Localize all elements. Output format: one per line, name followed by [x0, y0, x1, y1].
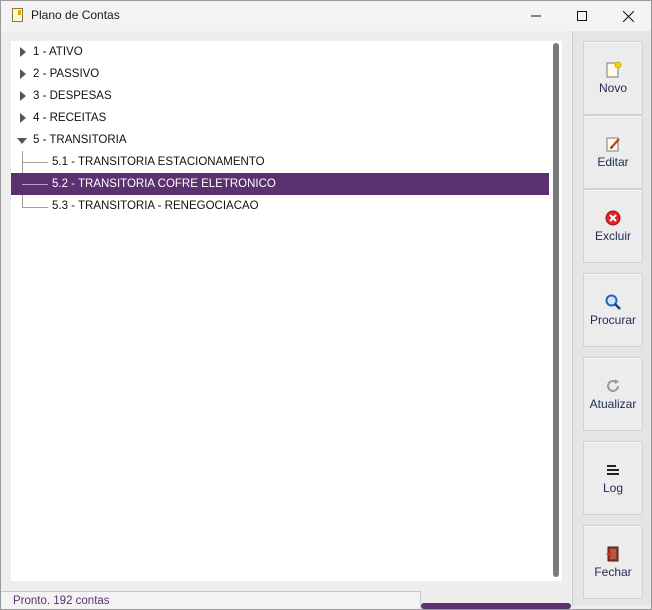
- close-button[interactable]: [605, 1, 651, 31]
- tree-item-label: 3 - DESPESAS: [33, 90, 112, 102]
- tree-connector-line: [22, 184, 48, 185]
- action-toolbar: Novo Editar Excluir Procurar Atualizar L…: [572, 31, 651, 606]
- tree-item-label: 5.3 - TRANSITORIA - RENEGOCIACAO: [52, 200, 259, 212]
- novo-button[interactable]: Novo: [583, 41, 643, 115]
- tree-item-label: 5.1 - TRANSITORIA ESTACIONAMENTO: [52, 156, 265, 168]
- close-icon: [622, 10, 634, 22]
- maximize-button[interactable]: [559, 1, 605, 31]
- scrollbar-thumb[interactable]: [553, 43, 559, 577]
- tree-item-transitoria-cofre-eletronico[interactable]: 5.2 - TRANSITORIA COFRE ELETRONICO: [11, 173, 549, 195]
- tree-item-label: 5 - TRANSITORIA: [33, 134, 127, 146]
- document-icon: [12, 8, 23, 22]
- collapse-arrow-icon[interactable]: [17, 137, 27, 145]
- tree-item-receitas[interactable]: 4 - RECEITAS: [11, 107, 549, 129]
- procurar-label: Procurar: [589, 313, 636, 327]
- expand-arrow-icon[interactable]: [19, 69, 27, 79]
- edit-icon: [606, 137, 620, 152]
- tree-item-ativo[interactable]: 1 - ATIVO: [11, 41, 549, 63]
- tree-item-label: 2 - PASSIVO: [33, 68, 100, 80]
- editar-label: Editar: [597, 155, 629, 169]
- minimize-button[interactable]: [513, 1, 559, 31]
- tree-item-label: 4 - RECEITAS: [33, 112, 107, 124]
- title-bar[interactable]: Plano de Contas: [1, 1, 651, 31]
- search-icon: [605, 294, 621, 310]
- editar-button[interactable]: Editar: [583, 115, 643, 189]
- fechar-label: Fechar: [594, 565, 632, 579]
- tree-item-passivo[interactable]: 2 - PASSIVO: [11, 63, 549, 85]
- delete-icon: [605, 210, 621, 226]
- status-bar: Pronto. 192 contas: [1, 591, 421, 609]
- tree-item-label: 5.2 - TRANSITORIA COFRE ELETRONICO: [52, 178, 276, 190]
- refresh-icon: [607, 379, 619, 392]
- expand-arrow-icon[interactable]: [19, 91, 27, 101]
- exit-door-icon: [606, 546, 619, 562]
- novo-label: Novo: [598, 81, 627, 95]
- fechar-button[interactable]: Fechar: [583, 525, 643, 599]
- log-lines-icon: [607, 465, 619, 475]
- status-text: Pronto. 192 contas: [13, 595, 110, 607]
- expand-arrow-icon[interactable]: [19, 47, 27, 57]
- tree-item-transitoria[interactable]: 5 - TRANSITORIA: [11, 129, 549, 151]
- log-button[interactable]: Log: [583, 441, 643, 515]
- tree-item-despesas[interactable]: 3 - DESPESAS: [11, 85, 549, 107]
- atualizar-button[interactable]: Atualizar: [583, 357, 643, 431]
- tree-item-label: 1 - ATIVO: [33, 46, 83, 58]
- accounts-tree[interactable]: 1 - ATIVO 2 - PASSIVO 3 - DESPESAS 4 - R…: [11, 41, 562, 581]
- vertical-scrollbar[interactable]: [551, 41, 562, 581]
- window: Plano de Contas 1 - ATIVO 2 - PASSIVO 3 …: [0, 0, 652, 610]
- new-document-icon: [606, 61, 622, 78]
- maximize-icon: [577, 11, 587, 21]
- tree-item-transitoria-estacionamento[interactable]: 5.1 - TRANSITORIA ESTACIONAMENTO: [11, 151, 549, 173]
- minimize-icon: [531, 15, 541, 17]
- excluir-label: Excluir: [594, 229, 631, 243]
- excluir-button[interactable]: Excluir: [583, 189, 643, 263]
- expand-arrow-icon[interactable]: [19, 113, 27, 123]
- window-title: Plano de Contas: [31, 8, 120, 22]
- procurar-button[interactable]: Procurar: [583, 273, 643, 347]
- log-label: Log: [602, 481, 624, 495]
- progress-bar: [421, 603, 571, 609]
- tree-item-transitoria-renegociacao[interactable]: 5.3 - TRANSITORIA - RENEGOCIACAO: [11, 195, 549, 217]
- atualizar-label: Atualizar: [589, 397, 637, 411]
